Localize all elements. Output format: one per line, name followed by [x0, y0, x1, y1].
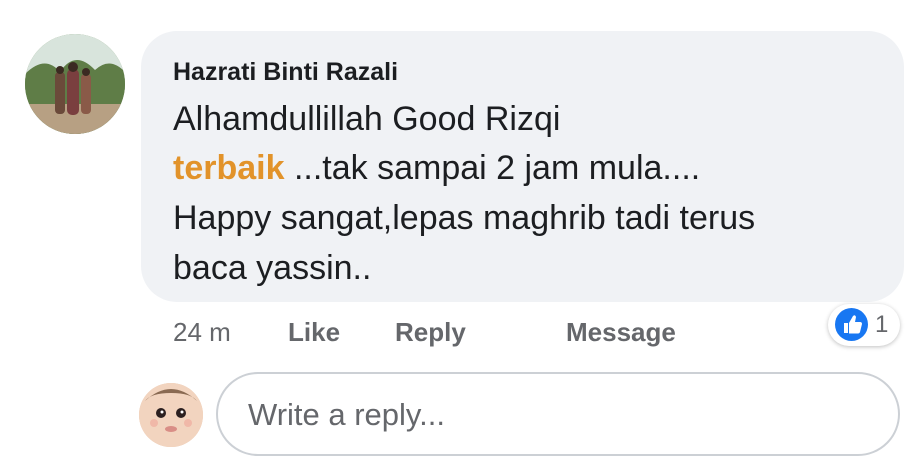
comment-text-line-3: Happy sangat,lepas maghrib tadi terus — [173, 199, 756, 237]
current-user-avatar[interactable] — [139, 383, 203, 447]
comment-text-line-2: terbaik ...tak sampai 2 jam mula.... — [173, 148, 700, 188]
commenter-avatar-image — [25, 34, 125, 134]
current-user-avatar-image — [139, 383, 203, 447]
reply-composer[interactable] — [216, 372, 900, 456]
comment-text-line-2-rest: ...tak sampai 2 jam mula.... — [293, 149, 701, 187]
comment-text-line-1: Alhamdullillah Good Rizqi — [173, 100, 561, 138]
comment-highlight-word[interactable]: terbaik — [173, 149, 285, 187]
like-button[interactable]: Like — [288, 317, 340, 348]
comment-text-line-4: baca yassin.. — [173, 249, 372, 287]
reply-input[interactable] — [248, 396, 848, 434]
reaction-summary[interactable]: 1 — [828, 304, 900, 346]
message-button[interactable]: Message — [566, 317, 676, 348]
comment-timestamp[interactable]: 24 m — [173, 317, 231, 348]
comment-author-name[interactable]: Hazrati Binti Razali — [173, 58, 398, 87]
commenter-avatar[interactable] — [25, 34, 125, 134]
reaction-count: 1 — [875, 311, 889, 338]
comment-actions-bar: 24 m Like Reply Message — [0, 317, 920, 349]
like-icon — [835, 308, 868, 341]
reply-button[interactable]: Reply — [395, 317, 466, 348]
